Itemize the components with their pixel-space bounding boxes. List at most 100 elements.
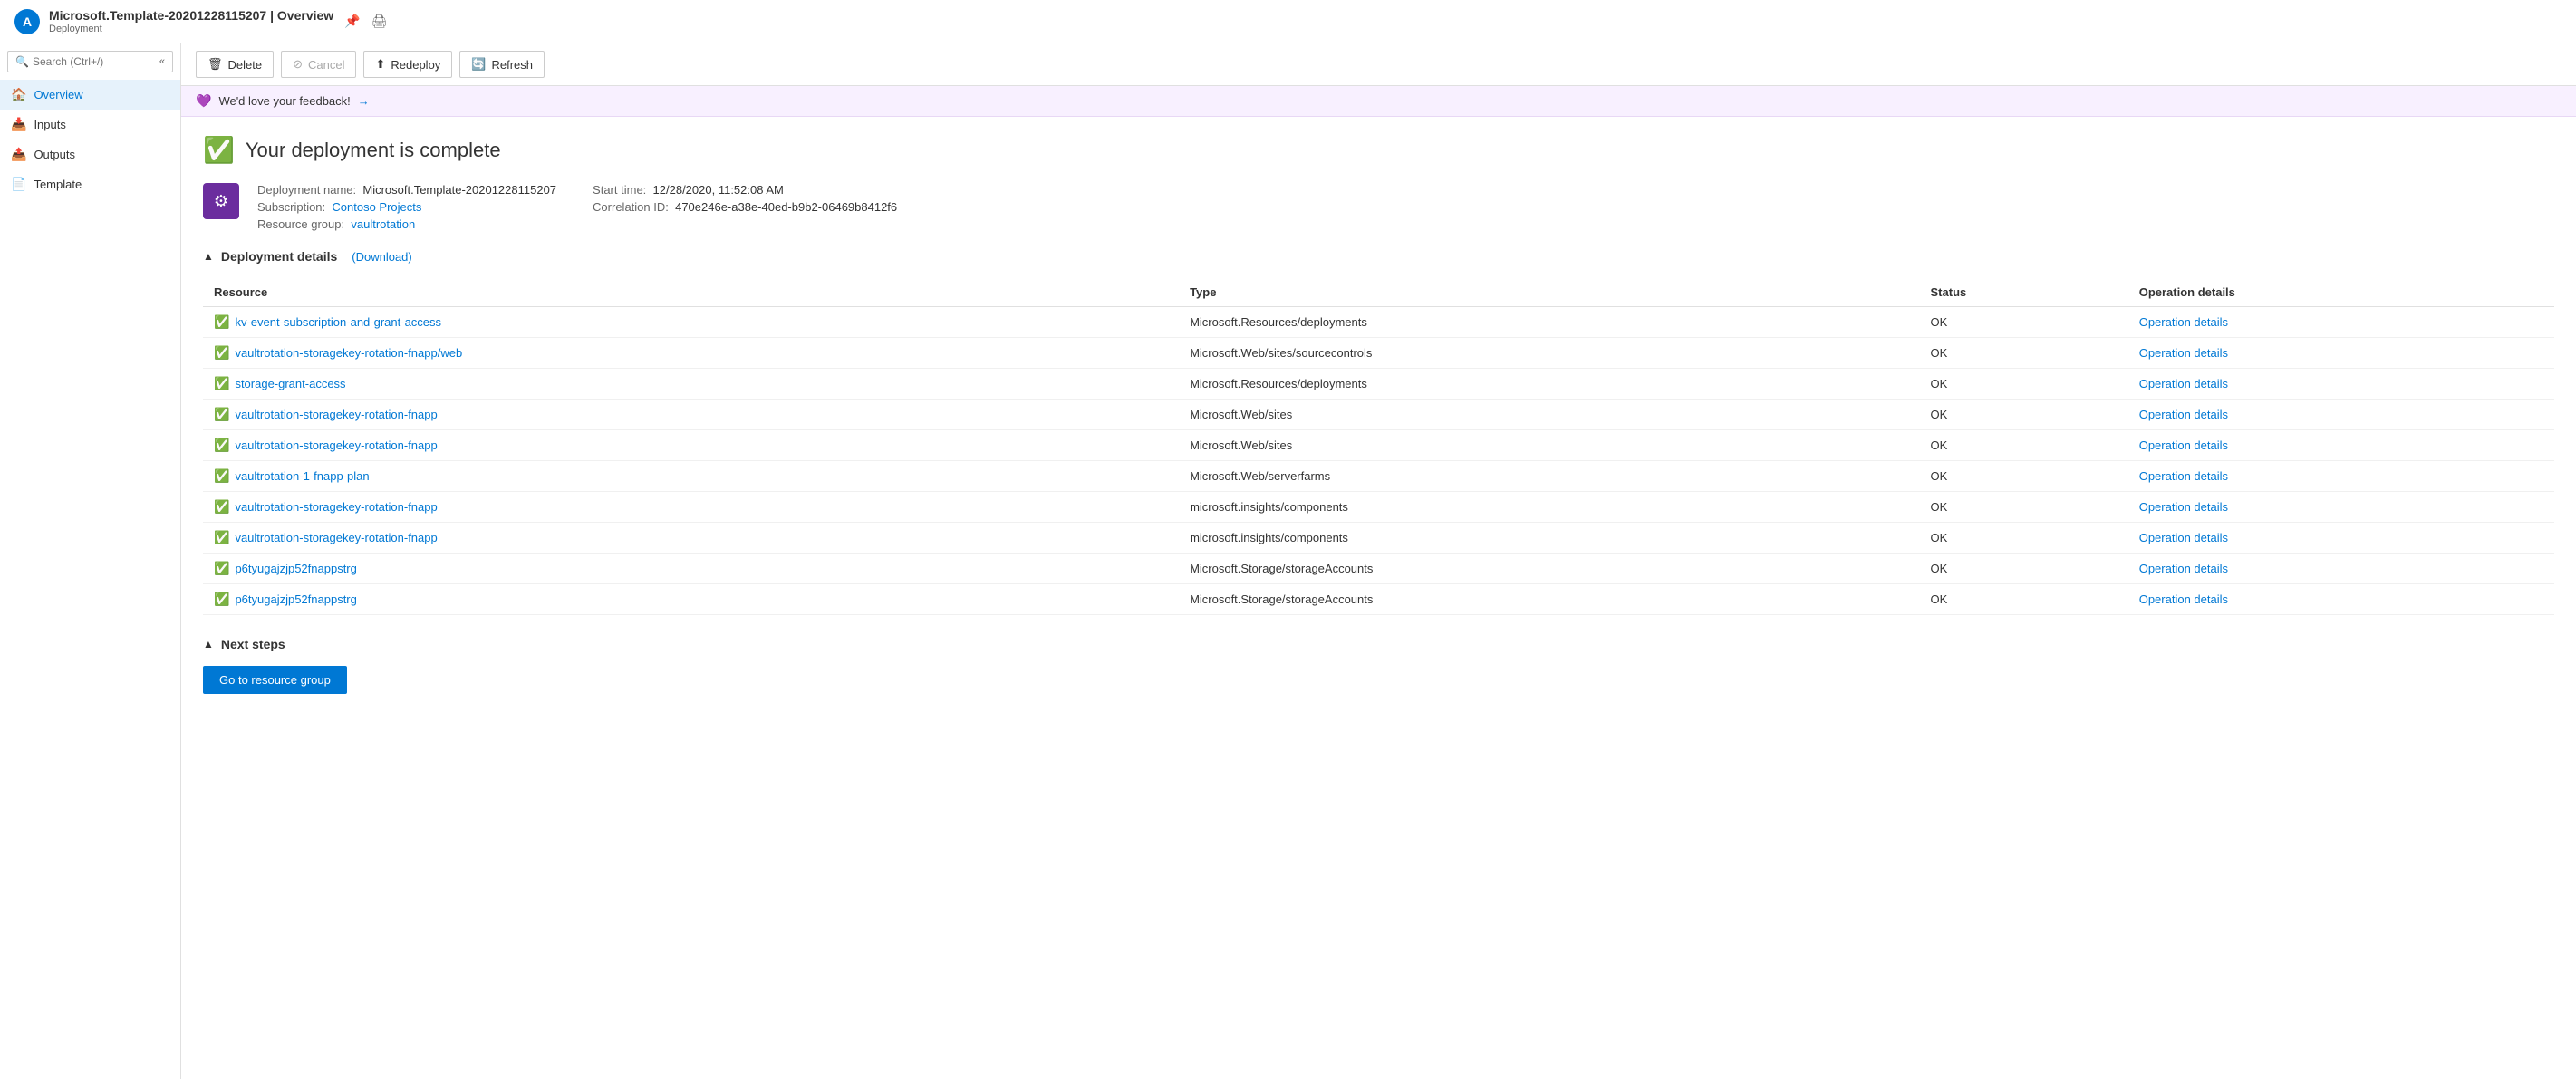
top-bar-icons: 📌 🖨	[344, 14, 387, 29]
row-check-icon: ✅	[214, 345, 229, 361]
deployment-table: Resource Type Status Operation details ✅…	[203, 278, 2554, 615]
resource-cell: ✅ vaultrotation-storagekey-rotation-fnap…	[203, 430, 1179, 461]
resource-cell: ✅ p6tyugajzjp52fnappstrg	[203, 584, 1179, 615]
type-cell: Microsoft.Resources/deployments	[1179, 369, 1919, 400]
operation-details-link[interactable]: Operation details	[2139, 377, 2228, 390]
deploy-rg-label: Resource group:	[257, 217, 344, 231]
table-row: ✅ p6tyugajzjp52fnappstrg Microsoft.Stora…	[203, 584, 2554, 615]
main-layout: 🔍 « 🏠 Overview 📥 Inputs 📤 Outputs 📄 Temp…	[0, 43, 2576, 1079]
type-cell: Microsoft.Web/serverfarms	[1179, 461, 1919, 492]
page-title-block: Microsoft.Template-20201228115207 | Over…	[49, 8, 333, 34]
template-icon: 📄	[11, 177, 26, 192]
deploy-subscription-link[interactable]: Contoso Projects	[332, 200, 421, 214]
next-steps-chevron: ▲	[203, 638, 214, 650]
refresh-button[interactable]: 🔄 Refresh	[459, 51, 545, 78]
resource-link[interactable]: vaultrotation-storagekey-rotation-fnapp	[235, 531, 437, 544]
status-cell: OK	[1920, 584, 2128, 615]
redeploy-button[interactable]: ⬆ Redeploy	[363, 51, 452, 78]
sidebar-item-inputs[interactable]: 📥 Inputs	[0, 110, 180, 140]
status-cell: OK	[1920, 492, 2128, 523]
operation-cell: Operation details	[2128, 430, 2554, 461]
deploy-header: ✅ Your deployment is complete	[203, 135, 2554, 165]
table-row: ✅ vaultrotation-storagekey-rotation-fnap…	[203, 338, 2554, 369]
row-check-icon: ✅	[214, 499, 229, 515]
resource-link[interactable]: vaultrotation-storagekey-rotation-fnapp/…	[235, 346, 462, 360]
go-to-resource-group-button[interactable]: Go to resource group	[203, 666, 347, 694]
deploy-correlation-field: Correlation ID: 470e246e-a38e-40ed-b9b2-…	[593, 200, 897, 214]
operation-details-link[interactable]: Operation details	[2139, 592, 2228, 606]
operation-details-link[interactable]: Operation details	[2139, 562, 2228, 575]
status-cell: OK	[1920, 400, 2128, 430]
table-row: ✅ vaultrotation-storagekey-rotation-fnap…	[203, 492, 2554, 523]
operation-cell: Operation details	[2128, 492, 2554, 523]
content-area: ✅ Your deployment is complete ⚙ Deployme…	[181, 117, 2576, 712]
status-cell: OK	[1920, 338, 2128, 369]
download-link[interactable]: (Download)	[352, 250, 411, 264]
deploy-rg-link[interactable]: vaultrotation	[351, 217, 415, 231]
deploy-name-field: Deployment name: Microsoft.Template-2020…	[257, 183, 556, 197]
table-row: ✅ vaultrotation-storagekey-rotation-fnap…	[203, 400, 2554, 430]
sidebar-item-outputs[interactable]: 📤 Outputs	[0, 140, 180, 169]
deploy-name-value: Microsoft.Template-20201228115207	[362, 183, 556, 197]
sidebar-item-template[interactable]: 📄 Template	[0, 169, 180, 199]
delete-button[interactable]: 🗑 Delete	[196, 51, 274, 78]
operation-details-link[interactable]: Operation details	[2139, 346, 2228, 360]
cancel-button[interactable]: ⊘ Cancel	[281, 51, 356, 78]
operation-details-link[interactable]: Operation details	[2139, 531, 2228, 544]
deployment-details-header[interactable]: ▲ Deployment details (Download)	[203, 249, 2554, 264]
col-status: Status	[1920, 278, 2128, 307]
row-check-icon: ✅	[214, 592, 229, 607]
sidebar-item-overview[interactable]: 🏠 Overview	[0, 80, 180, 110]
row-check-icon: ✅	[214, 530, 229, 545]
deploy-fields: Deployment name: Microsoft.Template-2020…	[257, 183, 556, 231]
deploy-info: ⚙ Deployment name: Microsoft.Template-20…	[203, 183, 2554, 231]
operation-details-link[interactable]: Operation details	[2139, 408, 2228, 421]
resource-link[interactable]: storage-grant-access	[235, 377, 345, 390]
operation-details-link[interactable]: Operation details	[2139, 500, 2228, 514]
next-steps-header[interactable]: ▲ Next steps	[203, 637, 2554, 651]
resource-cell: ✅ storage-grant-access	[203, 369, 1179, 400]
svg-text:A: A	[23, 14, 32, 29]
feedback-banner: 💜 We'd love your feedback! →	[181, 86, 2576, 117]
table-row: ✅ kv-event-subscription-and-grant-access…	[203, 307, 2554, 338]
print-icon[interactable]: 🖨	[371, 14, 388, 29]
cancel-icon: ⊘	[293, 57, 303, 72]
operation-cell: Operation details	[2128, 307, 2554, 338]
resource-cell: ✅ vaultrotation-storagekey-rotation-fnap…	[203, 523, 1179, 554]
deploy-start-time-field: Start time: 12/28/2020, 11:52:08 AM	[593, 183, 897, 197]
resource-link[interactable]: kv-event-subscription-and-grant-access	[235, 315, 441, 329]
type-cell: microsoft.insights/components	[1179, 523, 1919, 554]
resource-cell: ✅ p6tyugajzjp52fnappstrg	[203, 554, 1179, 584]
resource-link[interactable]: p6tyugajzjp52fnappstrg	[235, 562, 356, 575]
operation-cell: Operation details	[2128, 338, 2554, 369]
resource-link[interactable]: vaultrotation-storagekey-rotation-fnapp	[235, 408, 437, 421]
deploy-rg-field: Resource group: vaultrotation	[257, 217, 556, 231]
table-row: ✅ vaultrotation-storagekey-rotation-fnap…	[203, 430, 2554, 461]
status-cell: OK	[1920, 307, 2128, 338]
resource-cell: ✅ vaultrotation-storagekey-rotation-fnap…	[203, 338, 1179, 369]
table-row: ✅ storage-grant-access Microsoft.Resourc…	[203, 369, 2554, 400]
collapse-icon[interactable]: «	[159, 56, 165, 67]
deploy-subscription-field: Subscription: Contoso Projects	[257, 200, 556, 214]
resource-link[interactable]: vaultrotation-storagekey-rotation-fnapp	[235, 438, 437, 452]
status-cell: OK	[1920, 369, 2128, 400]
operation-details-link[interactable]: Operation details	[2139, 438, 2228, 452]
table-row: ✅ vaultrotation-storagekey-rotation-fnap…	[203, 523, 2554, 554]
resource-link[interactable]: vaultrotation-storagekey-rotation-fnapp	[235, 500, 437, 514]
resource-link[interactable]: vaultrotation-1-fnapp-plan	[235, 469, 369, 483]
inputs-icon: 📥	[11, 117, 26, 132]
operation-details-link[interactable]: Operation details	[2139, 469, 2228, 483]
pin-icon[interactable]: 📌	[344, 14, 360, 29]
deploy-start-time-label: Start time:	[593, 183, 646, 197]
resource-link[interactable]: p6tyugajzjp52fnappstrg	[235, 592, 356, 606]
search-input[interactable]	[33, 55, 159, 68]
search-box[interactable]: 🔍 «	[7, 51, 173, 72]
col-operation-details: Operation details	[2128, 278, 2554, 307]
operation-cell: Operation details	[2128, 554, 2554, 584]
col-resource: Resource	[203, 278, 1179, 307]
deploy-correlation-label: Correlation ID:	[593, 200, 669, 214]
toolbar: 🗑 Delete ⊘ Cancel ⬆ Redeploy 🔄 Refresh	[181, 43, 2576, 86]
feedback-link[interactable]: →	[358, 94, 370, 108]
deploy-right: Start time: 12/28/2020, 11:52:08 AM Corr…	[593, 183, 897, 231]
operation-details-link[interactable]: Operation details	[2139, 315, 2228, 329]
